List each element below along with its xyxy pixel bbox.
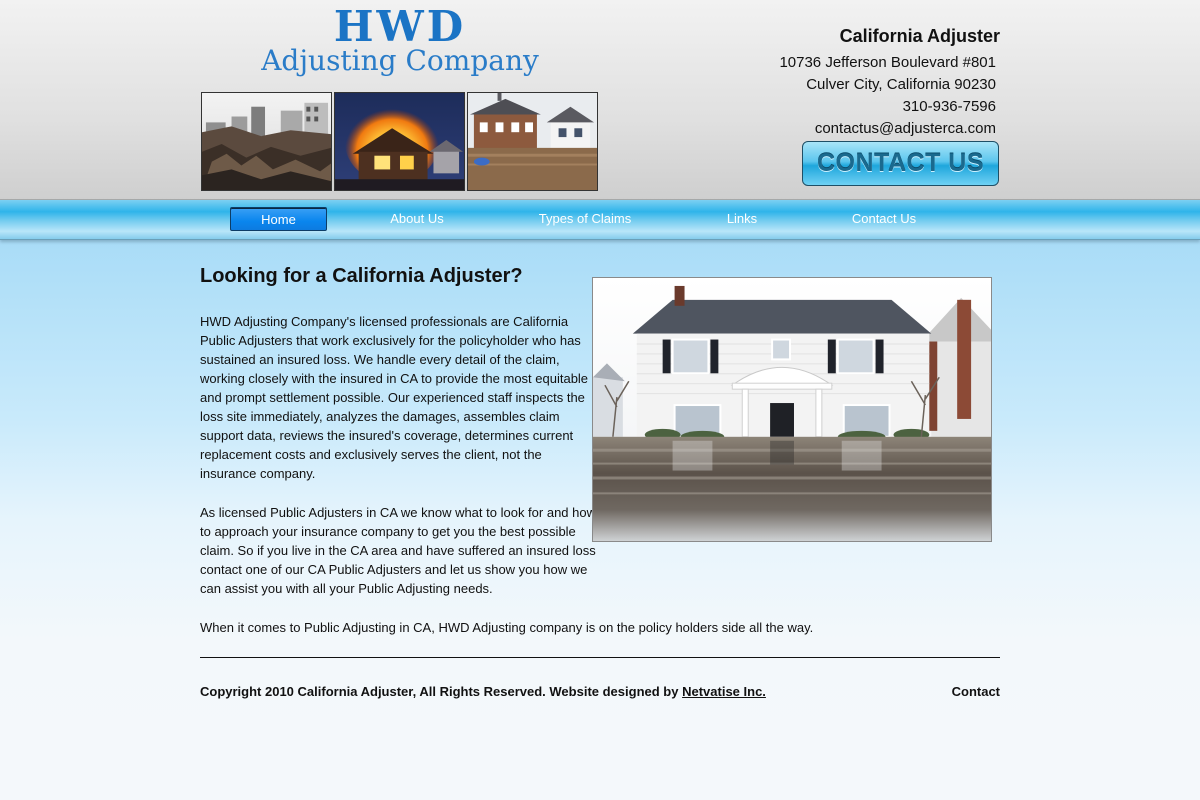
main-navigation: Home About Us Types of Claims Links Cont… [0, 200, 1200, 240]
designer-link[interactable]: Netvatise Inc. [682, 684, 766, 699]
header-thumbnail-strip [201, 92, 599, 191]
copyright-text: Copyright 2010 California Adjuster, All … [200, 684, 683, 699]
logo-line-adjusting-company: Adjusting Company [261, 44, 539, 77]
contact-us-button-label: CONTACT US [816, 149, 985, 177]
nav-item-contact-us[interactable]: Contact Us [840, 207, 928, 231]
nav-item-about-us[interactable]: About Us [370, 207, 464, 231]
footer-divider [200, 657, 1000, 658]
site-header: HWD Adjusting Company California Adjuste… [0, 0, 1200, 200]
second-paragraph: As licensed Public Adjusters in CA we kn… [200, 505, 596, 596]
copyright-notice: Copyright 2010 California Adjuster, All … [200, 683, 766, 701]
contact-title: California Adjuster [839, 26, 1000, 46]
earthquake-damage-photo [201, 92, 332, 191]
intro-paragraph: HWD Adjusting Company's licensed profess… [200, 314, 589, 481]
contact-us-button[interactable]: CONTACT US [802, 141, 999, 186]
flooded-house-photo [592, 277, 992, 542]
phone-number: 310-936-7596 [902, 98, 996, 115]
closing-paragraph: When it comes to Public Adjusting in CA,… [200, 620, 814, 635]
house-fire-photo [334, 92, 465, 191]
flooded-street-photo [467, 92, 598, 191]
main-content: Looking for a California Adjuster? HWD A… [200, 262, 1000, 699]
header-contact-info: California Adjuster 10736 Jefferson Boul… [700, 24, 1000, 140]
nav-item-home[interactable]: Home [230, 207, 327, 231]
company-logo[interactable]: HWD Adjusting Company [260, 4, 540, 76]
address-line-2: Culver City, California 90230 [806, 76, 996, 93]
footer-contact-link[interactable]: Contact [952, 683, 1000, 701]
address-line-1: 10736 Jefferson Boulevard #801 [779, 54, 996, 71]
nav-item-types-of-claims[interactable]: Types of Claims [525, 207, 645, 231]
nav-item-links[interactable]: Links [712, 207, 772, 231]
email-address[interactable]: contactus@adjusterca.com [700, 118, 1000, 140]
